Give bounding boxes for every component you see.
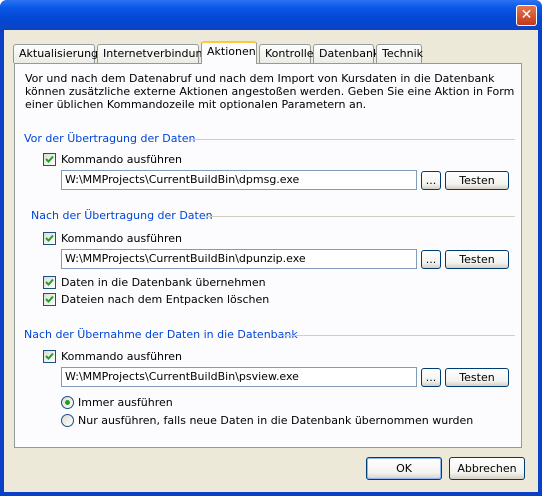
run-command-label-before: Kommando ausführen — [61, 153, 183, 166]
tab-label: Aktionen — [207, 45, 256, 58]
command-input-before[interactable]: W:\MMProjects\CurrentBuildBin\dpmsg.exe — [61, 170, 417, 190]
delete-after-unpack-label: Dateien nach dem Entpacken löschen — [61, 293, 270, 306]
checkmark-icon — [45, 278, 54, 286]
command-input-import[interactable]: W:\MMProjects\CurrentBuildBin\psview.exe — [61, 367, 417, 387]
run-command-checkbox-import[interactable] — [43, 350, 56, 363]
command-input-after[interactable]: W:\MMProjects\CurrentBuildBin\dpunzip.ex… — [61, 249, 417, 269]
tab-aktionen[interactable]: Aktionen — [201, 41, 257, 64]
browse-button-after[interactable]: ... — [421, 250, 441, 269]
group-divider — [191, 139, 515, 140]
conditional-run-label: Nur ausführen, falls neue Daten in die D… — [78, 414, 474, 427]
run-command-checkbox-after[interactable] — [43, 232, 56, 245]
radio-selected-dot — [65, 400, 70, 405]
tab-label: Technik — [382, 47, 424, 60]
tab-panel-aktionen: Vor und nach dem Datenabruf und nach dem… — [14, 63, 522, 448]
dialog-client-area: Aktualisierung Internetverbindung Aktion… — [4, 30, 538, 492]
cancel-button[interactable]: Abbrechen — [449, 457, 525, 480]
group-title-after-import: Nach der Übernahme der Daten in die Date… — [24, 328, 298, 341]
ok-button[interactable]: OK — [366, 457, 442, 480]
title-bar[interactable]: ✕ — [0, 0, 542, 30]
run-command-checkbox-before[interactable] — [43, 153, 56, 166]
delete-after-unpack-checkbox[interactable] — [43, 293, 56, 306]
tab-label: Aktualisierung — [19, 47, 99, 60]
test-button-before[interactable]: Testen — [445, 171, 509, 190]
tab-datenbank[interactable]: Datenbank — [313, 44, 379, 63]
tab-label: Internetverbindung — [103, 47, 210, 60]
browse-button-before[interactable]: ... — [421, 171, 441, 190]
group-title-before-transfer: Vor der Übertragung der Daten — [24, 132, 196, 145]
conditional-run-radio[interactable] — [61, 414, 74, 427]
tab-label: Datenbank — [319, 47, 380, 60]
run-command-label-after: Kommando ausführen — [61, 232, 183, 245]
test-button-after[interactable]: Testen — [445, 250, 509, 269]
always-run-radio[interactable] — [61, 396, 74, 409]
checkmark-icon — [45, 155, 54, 163]
tab-technik[interactable]: Technik — [376, 44, 424, 63]
close-button[interactable]: ✕ — [516, 5, 537, 26]
tab-kontrolle[interactable]: Kontrolle — [259, 44, 314, 63]
group-title-after-transfer: Nach der Übertragung der Daten — [31, 209, 213, 222]
always-run-label: Immer ausführen — [78, 396, 173, 409]
tab-aktualisierung[interactable]: Aktualisierung — [13, 44, 99, 63]
intro-text: Vor und nach dem Datenabruf und nach dem… — [25, 72, 515, 111]
import-to-database-checkbox[interactable] — [43, 276, 56, 289]
tab-label: Kontrolle — [265, 47, 314, 60]
group-divider — [205, 216, 515, 217]
browse-button-import[interactable]: ... — [421, 368, 441, 387]
import-to-database-label: Daten in die Datenbank übernehmen — [61, 276, 266, 289]
run-command-label-import: Kommando ausführen — [61, 350, 183, 363]
test-button-import[interactable]: Testen — [445, 368, 509, 387]
checkmark-icon — [45, 295, 54, 303]
checkmark-icon — [45, 234, 54, 242]
checkmark-icon — [45, 352, 54, 360]
dialog-window: ✕ Aktualisierung Internetverbindung Akti… — [0, 0, 542, 496]
group-divider — [277, 335, 515, 336]
tab-internetverbindung[interactable]: Internetverbindung — [97, 44, 209, 63]
